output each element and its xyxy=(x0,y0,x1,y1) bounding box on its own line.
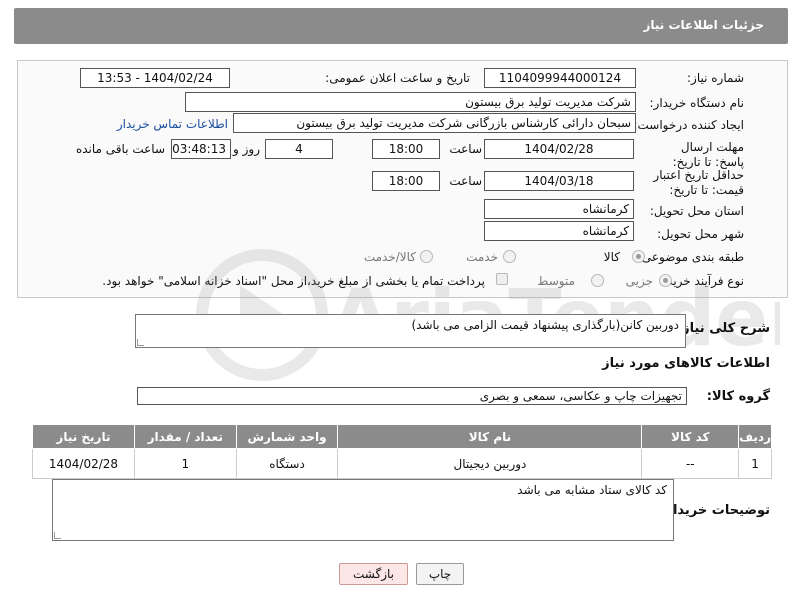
deadline-time-field: 18:00 xyxy=(372,139,440,159)
category-option-goods: کالا xyxy=(603,250,620,264)
process-option-minor: جزیی xyxy=(625,274,653,288)
category-radio-service[interactable] xyxy=(503,250,516,263)
goods-group-label: گروه کالا: xyxy=(706,389,770,404)
city-label: شهر محل تحویل: xyxy=(657,227,744,241)
creator-label: ایجاد کننده درخواست: xyxy=(633,118,744,132)
days-label: روز و xyxy=(233,142,260,156)
buyer-org-field: شرکت مدیریت تولید برق بیستون xyxy=(185,92,636,112)
cell-date: 1404/02/28 xyxy=(32,448,135,479)
validity-time-label: ساعت xyxy=(449,174,482,188)
notes-resize-grip-icon[interactable] xyxy=(54,532,61,539)
validity-time-field: 18:00 xyxy=(372,171,440,191)
page-title: جزئیات اطلاعات نیاز xyxy=(643,18,764,32)
category-option-service: خدمت xyxy=(466,250,498,264)
process-radio-minor[interactable] xyxy=(659,274,672,287)
announce-label: تاریخ و ساعت اعلان عمومی: xyxy=(325,71,470,85)
resize-grip-icon[interactable] xyxy=(137,339,144,346)
print-button[interactable]: چاپ xyxy=(416,563,464,585)
cell-name: دوربین دیجیتال xyxy=(337,448,643,479)
description-field: دوربین کانن(بارگذاری پیشنهاد قیمت الزامی… xyxy=(135,314,686,348)
payment-note: پرداخت تمام یا بخشی از مبلغ خرید،از محل … xyxy=(102,274,485,288)
buyer-notes-text: کد کالای ستاد مشابه می باشد xyxy=(517,483,667,497)
buyer-contact-link[interactable]: اطلاعات تماس خریدار xyxy=(117,117,228,131)
page-header: جزئیات اطلاعات نیاز xyxy=(14,8,788,44)
deadline-time-label: ساعت xyxy=(449,142,482,156)
announce-field: 1404/02/24 - 13:53 xyxy=(80,68,230,88)
buyer-notes-label: توضیحات خریدار: xyxy=(660,503,770,518)
treasury-checkbox[interactable] xyxy=(496,273,508,285)
buyer-notes-field: کد کالای ستاد مشابه می باشد xyxy=(52,479,674,541)
category-radio-goods-service[interactable] xyxy=(420,250,433,263)
remaining-label: ساعت باقی مانده xyxy=(75,142,165,156)
cell-quantity: 1 xyxy=(133,448,237,479)
col-unit: واحد شمارش xyxy=(235,424,339,449)
description-text: دوربین کانن(بارگذاری پیشنهاد قیمت الزامی… xyxy=(411,318,680,332)
days-field: 4 xyxy=(265,139,333,159)
remaining-time-field: 03:48:13 xyxy=(171,139,231,159)
category-radio-goods[interactable] xyxy=(632,250,645,263)
need-number-field: 1104099944000124 xyxy=(484,68,636,88)
process-radio-medium[interactable] xyxy=(591,274,604,287)
city-field: کرمانشاه xyxy=(484,221,634,241)
col-name: نام کالا xyxy=(337,424,643,449)
cell-unit: دستگاه xyxy=(235,448,339,479)
items-table: ردیف کد کالا نام کالا واحد شمارش تعداد /… xyxy=(32,424,772,479)
table-header-row: ردیف کد کالا نام کالا واحد شمارش تعداد /… xyxy=(32,424,772,449)
buyer-org-label: نام دستگاه خریدار: xyxy=(649,96,745,110)
back-button[interactable]: بازگشت xyxy=(339,563,408,585)
province-label: استان محل تحویل: xyxy=(649,204,744,218)
deadline-date-field: 1404/02/28 xyxy=(484,139,634,159)
process-option-medium: متوسط xyxy=(537,274,575,288)
col-quantity: تعداد / مقدار xyxy=(133,424,237,449)
creator-field: سبحان دارائی کارشناس بازرگانی شرکت مدیری… xyxy=(233,113,636,133)
validity-date-field: 1404/03/18 xyxy=(484,171,634,191)
table-row: 1 -- دوربین دیجیتال دستگاه 1 1404/02/28 xyxy=(32,448,772,479)
goods-section-title: اطلاعات کالاهای مورد نیاز xyxy=(602,356,770,371)
goods-group-field: تجهیزات چاپ و عکاسی، سمعی و بصری xyxy=(137,387,687,405)
deadline-label: مهلت ارسال پاسخ: تا تاریخ: xyxy=(672,140,744,169)
cell-row: 1 xyxy=(738,448,772,479)
cell-code: -- xyxy=(641,448,740,479)
category-label: طبقه بندی موضوعی: xyxy=(637,250,744,264)
description-label: شرح کلی نیاز: xyxy=(676,321,770,336)
need-number-label: شماره نیاز: xyxy=(687,71,744,85)
col-row: ردیف xyxy=(738,424,772,449)
province-field: کرمانشاه xyxy=(484,199,634,219)
col-code: کد کالا xyxy=(641,424,740,449)
category-option-goods-service: کالا/خدمت xyxy=(363,250,416,264)
validity-label: حداقل تاریخ اعتبار قیمت: تا تاریخ: xyxy=(653,168,744,197)
col-date: تاریخ نیاز xyxy=(32,424,135,449)
